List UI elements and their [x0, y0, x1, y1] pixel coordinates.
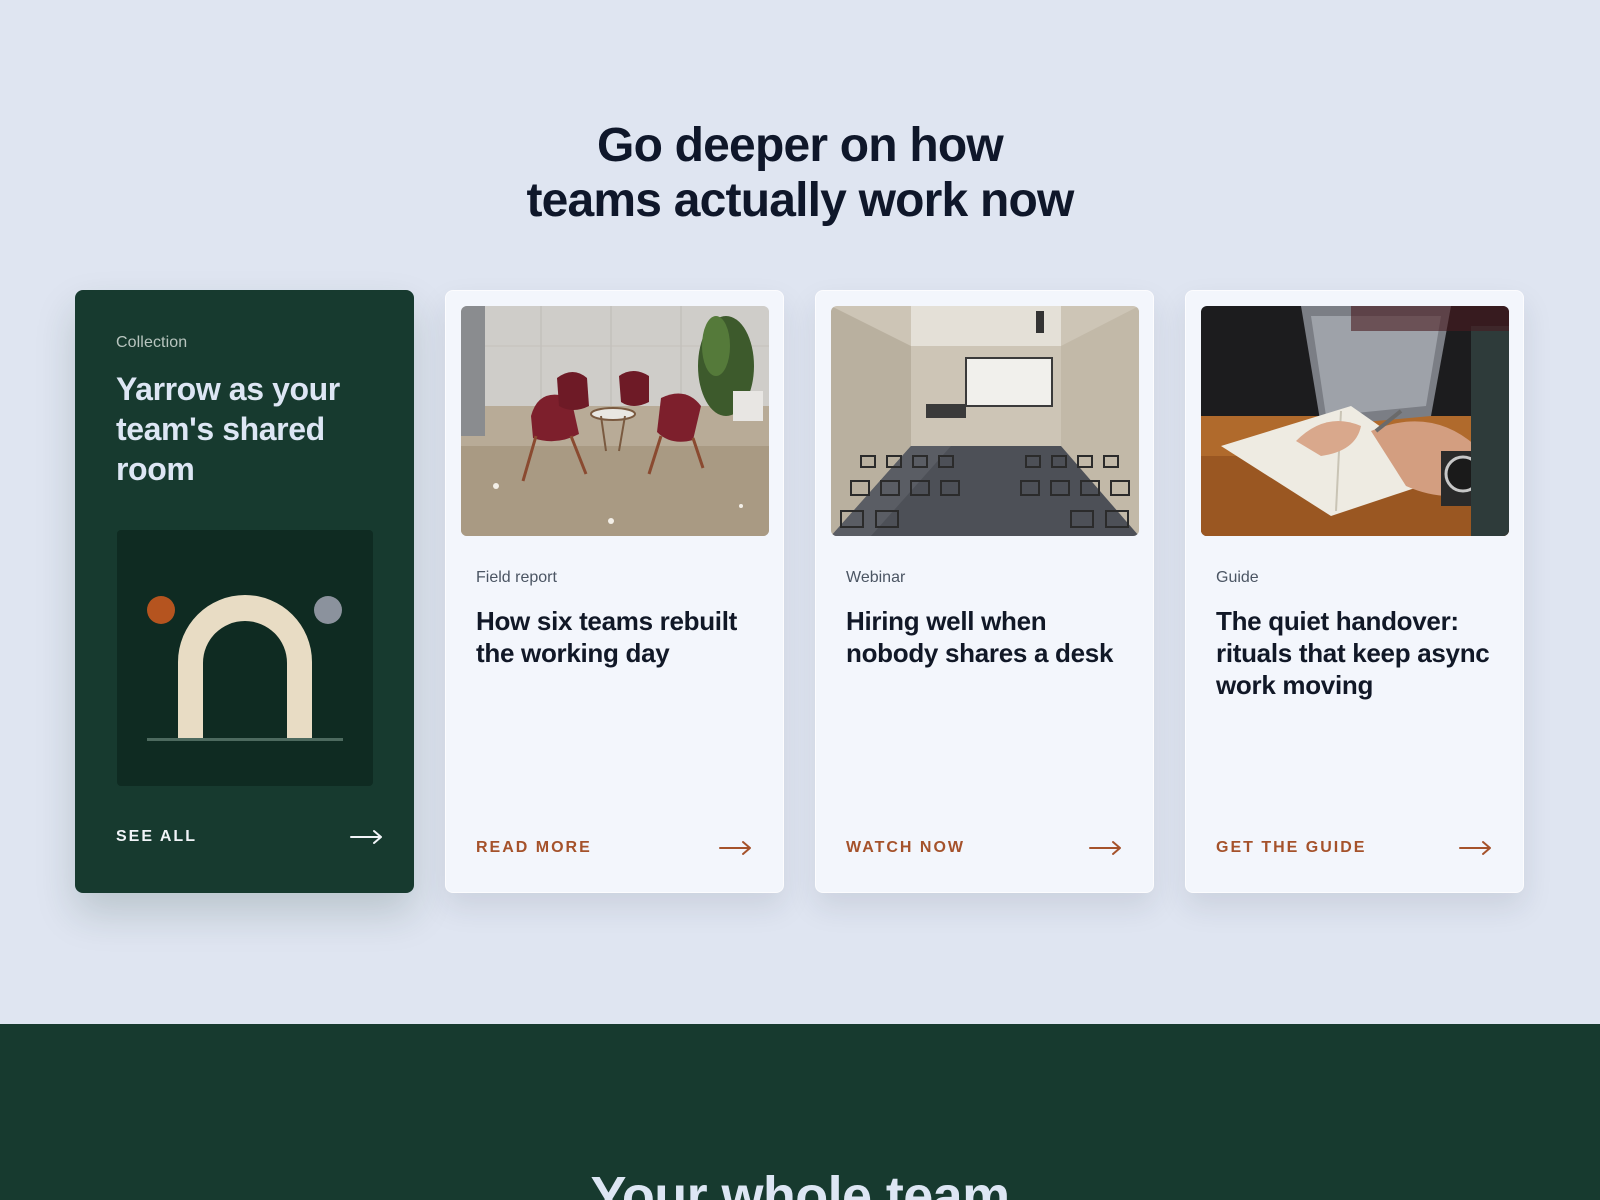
article-kicker: Webinar [846, 569, 906, 586]
see-all-label: SEE ALL [116, 828, 197, 845]
resources-page: Go deeper on how teams actually work now… [0, 0, 1600, 1200]
footer-band: Your whole team [0, 1024, 1600, 1200]
notebook-writing-photo [1201, 306, 1509, 536]
arrow-right-icon [1459, 841, 1491, 855]
article-card-guide[interactable]: Guide The quiet handover: rituals that k… [1185, 290, 1524, 893]
get-the-guide-link[interactable]: GET THE GUIDE [1216, 839, 1493, 857]
conference-room-photo [831, 306, 1139, 536]
read-more-link[interactable]: READ MORE [476, 839, 753, 857]
collection-kicker: Collection [116, 334, 188, 351]
article-title: Hiring well when nobody shares a desk [846, 606, 1114, 668]
arrow-right-icon [719, 841, 751, 855]
collection-card[interactable]: Collection Yarrow as your team's shared … [75, 290, 414, 893]
resource-cards: Collection Yarrow as your team's shared … [75, 290, 1524, 893]
watch-now-label: WATCH NOW [846, 839, 966, 856]
see-all-link[interactable]: SEE ALL [116, 828, 384, 846]
arch-icon [147, 595, 343, 741]
collection-title: Yarrow as your team's shared room [116, 371, 340, 487]
lounge-chairs-photo [461, 306, 769, 536]
watch-now-link[interactable]: WATCH NOW [846, 839, 1123, 857]
read-more-label: READ MORE [476, 839, 592, 856]
footer-heading: Your whole team [590, 1166, 1010, 1200]
article-kicker: Guide [1216, 569, 1259, 586]
arch-illustration [117, 530, 373, 786]
article-card-webinar[interactable]: Webinar Hiring well when nobody shares a… [815, 290, 1154, 893]
article-kicker: Field report [476, 569, 557, 586]
article-card-field-report[interactable]: Field report How six teams rebuilt the w… [445, 290, 784, 893]
headline-line-2: teams actually work now [526, 174, 1074, 227]
arrow-right-icon [350, 830, 382, 844]
get-the-guide-label: GET THE GUIDE [1216, 839, 1367, 856]
headline-line-1: Go deeper on how [597, 119, 1004, 172]
article-title: The quiet handover: rituals that keep as… [1216, 606, 1490, 700]
arrow-right-icon [1089, 841, 1121, 855]
article-title: How six teams rebuilt the working day [476, 606, 738, 668]
section-headline: Go deeper on how teams actually work now [0, 118, 1600, 228]
